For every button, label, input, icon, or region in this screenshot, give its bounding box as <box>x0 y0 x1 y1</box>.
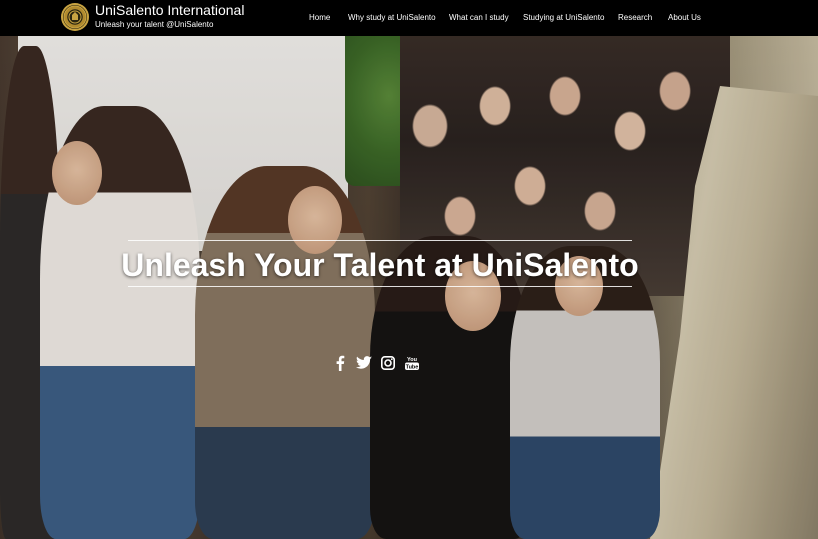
facebook-icon[interactable] <box>332 355 348 371</box>
nav-item-research[interactable]: Research <box>618 12 652 23</box>
nav-item-about-us[interactable]: About Us <box>668 12 701 23</box>
svg-text:You: You <box>407 357 417 363</box>
top-navbar: UniSalento International Unleash your ta… <box>0 0 818 36</box>
nav-item-what-can-i-study[interactable]: What can I study <box>449 12 509 23</box>
social-links: You Tube <box>332 354 420 372</box>
brand-title[interactable]: UniSalento International <box>95 2 244 19</box>
hero-title: Unleash Your Talent at UniSalento <box>121 247 639 283</box>
brand-subtitle: Unleash your talent @UniSalento <box>95 20 214 29</box>
hero-banner: Unleash Your Talent at UniSalento You Tu… <box>0 36 818 539</box>
nav-item-why-study[interactable]: Why study at UniSalento <box>348 12 436 23</box>
hero-title-rule-top <box>128 240 632 241</box>
unisalento-logo[interactable] <box>61 3 89 31</box>
twitter-icon[interactable] <box>356 355 372 371</box>
youtube-icon[interactable]: You Tube <box>404 355 420 371</box>
instagram-icon[interactable] <box>380 355 396 371</box>
svg-text:Tube: Tube <box>406 364 419 370</box>
hero-overlay <box>0 36 818 539</box>
seal-icon <box>63 5 87 29</box>
hero-title-rule-bottom <box>128 286 632 287</box>
nav-item-studying[interactable]: Studying at UniSalento <box>523 12 604 23</box>
nav-item-home[interactable]: Home <box>309 12 330 23</box>
